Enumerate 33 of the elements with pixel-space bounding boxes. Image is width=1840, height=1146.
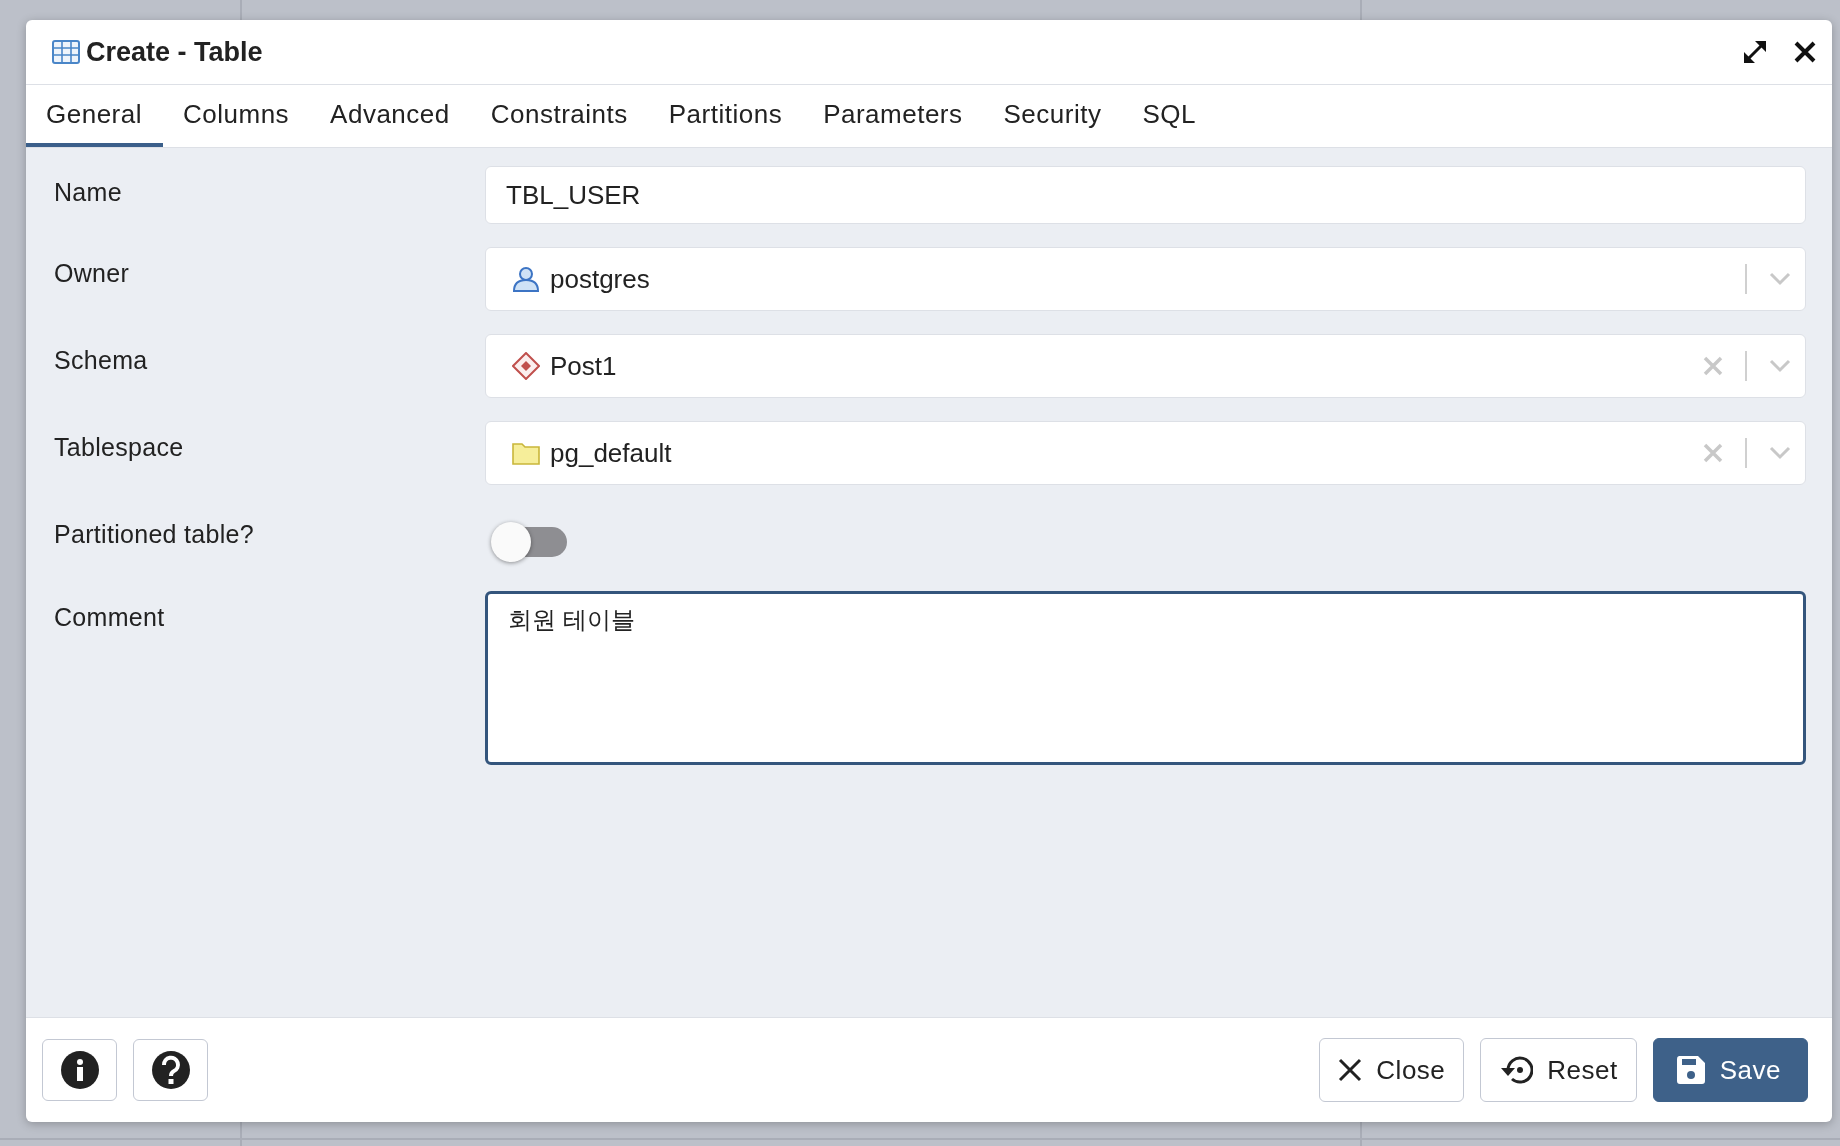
select-field[interactable]: postgres <box>485 247 1806 311</box>
diamond-icon <box>512 352 540 380</box>
help-button[interactable] <box>133 1039 208 1101</box>
field-label: Schema <box>54 345 149 375</box>
save-button[interactable]: Save <box>1652 1038 1808 1102</box>
field-label: Name <box>54 177 123 207</box>
table-icon <box>52 40 80 64</box>
close-button[interactable]: Close <box>1319 1038 1465 1102</box>
expand-icon[interactable] <box>1742 39 1768 65</box>
dialog-title: Create - Table <box>86 36 264 68</box>
tab[interactable]: Parameters <box>802 85 984 147</box>
reset-button[interactable]: Reset <box>1480 1038 1637 1102</box>
field-label: Partitioned table? <box>54 519 255 549</box>
info-button[interactable] <box>42 1039 117 1101</box>
tab[interactable]: Columns <box>162 85 310 147</box>
field-label: Comment <box>54 602 166 632</box>
user-icon <box>512 266 540 292</box>
tab[interactable]: Security <box>983 85 1122 147</box>
close-icon <box>1338 1058 1363 1082</box>
tab[interactable]: Partitions <box>648 85 803 147</box>
input-field[interactable]: TBL_USER <box>485 166 1806 224</box>
toggle-switch[interactable] <box>491 520 567 564</box>
reset-icon <box>1499 1055 1534 1085</box>
close-icon[interactable] <box>1794 41 1816 63</box>
tab[interactable]: Constraints <box>470 85 649 147</box>
field-label: Tablespace <box>54 432 185 462</box>
help-icon <box>150 1050 191 1090</box>
field-label: Owner <box>54 258 131 288</box>
folder-icon <box>512 441 540 465</box>
tab[interactable]: SQL <box>1121 85 1217 147</box>
tab[interactable]: Advanced <box>309 85 471 147</box>
info-icon <box>59 1050 100 1090</box>
comment-textarea[interactable]: 회원 테이블 <box>485 591 1806 765</box>
